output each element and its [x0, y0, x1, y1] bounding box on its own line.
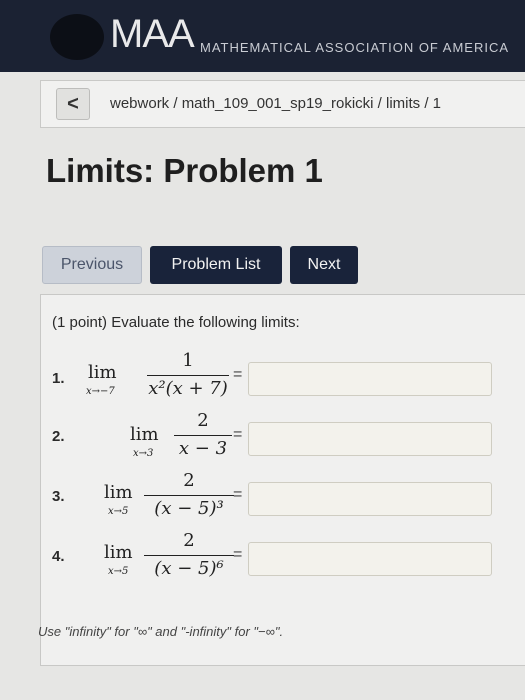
fraction-bar: [144, 495, 234, 496]
item-number: 4.: [52, 548, 65, 565]
next-button[interactable]: Next: [290, 246, 358, 284]
answer-input-3[interactable]: [248, 482, 492, 516]
fraction-denominator: (x − 5)³: [154, 498, 224, 519]
answer-input-1[interactable]: [248, 362, 492, 396]
back-button[interactable]: <: [56, 88, 90, 120]
problem-intro: (1 point) Evaluate the following limits:: [52, 314, 300, 331]
fraction-denominator: (x − 5)⁶: [154, 558, 224, 579]
brand-subtitle: MATHEMATICAL ASSOCIATION OF AMERICA: [200, 40, 509, 55]
limit-subscript: x→3: [133, 448, 154, 459]
limit-operator: lim: [104, 482, 133, 503]
equals-sign: =: [233, 426, 243, 443]
item-number: 1.: [52, 370, 65, 387]
fraction-bar: [174, 435, 232, 436]
item-number: 3.: [52, 488, 65, 505]
limit-subscript: x→5: [108, 566, 129, 577]
previous-button[interactable]: Previous: [42, 246, 142, 284]
fraction-numerator: 2: [183, 530, 195, 551]
limit-subscript: x→5: [108, 506, 129, 517]
fraction-numerator: 2: [183, 470, 195, 491]
limit-operator: lim: [130, 424, 159, 445]
page-title: Limits: Problem 1: [46, 152, 323, 189]
maa-logo-icon: [50, 14, 104, 60]
breadcrumb[interactable]: webwork / math_109_001_sp19_rokicki / li…: [110, 95, 441, 112]
limit-subscript: x→−7: [86, 386, 115, 397]
fraction-bar: [144, 555, 234, 556]
equals-sign: =: [233, 546, 243, 563]
fraction-numerator: 1: [182, 350, 194, 371]
problem-panel: [40, 294, 525, 666]
fraction-bar: [147, 375, 229, 376]
brand-name: MAA: [110, 12, 195, 56]
answer-input-2[interactable]: [248, 422, 492, 456]
equals-sign: =: [233, 486, 243, 503]
equals-sign: =: [233, 366, 243, 383]
limit-operator: lim: [88, 362, 117, 383]
problem-list-button[interactable]: Problem List: [150, 246, 282, 284]
infinity-hint: Use "infinity" for "∞" and "-infinity" f…: [38, 624, 284, 639]
item-number: 2.: [52, 428, 65, 445]
answer-input-4[interactable]: [248, 542, 492, 576]
fraction-numerator: 2: [197, 410, 209, 431]
fraction-denominator: x − 3: [178, 438, 228, 459]
limit-operator: lim: [104, 542, 133, 563]
fraction-denominator: x²(x + 7): [148, 378, 228, 399]
